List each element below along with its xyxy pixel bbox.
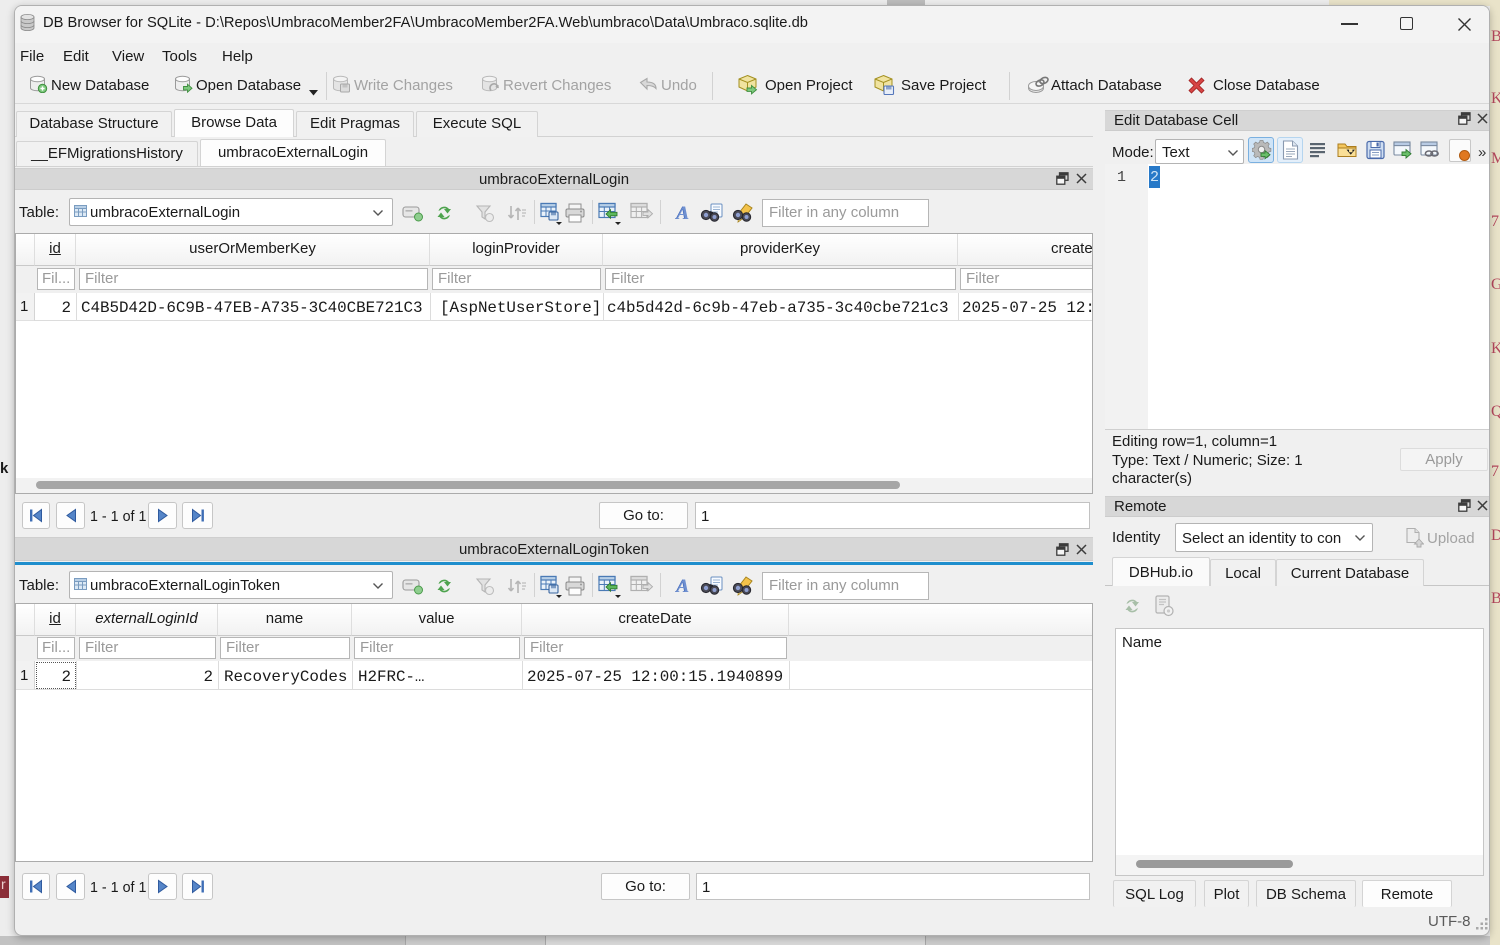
svg-text:A: A [676, 203, 690, 224]
svg-text:A: A [676, 576, 690, 597]
